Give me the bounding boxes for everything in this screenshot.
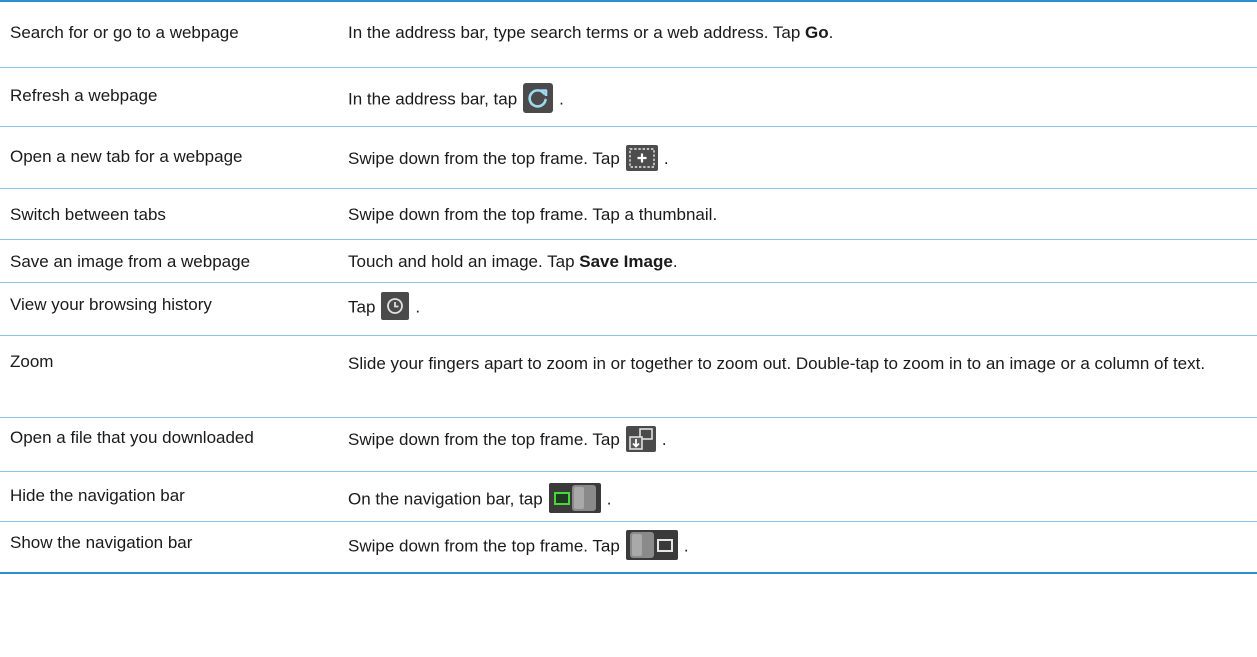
- history-clock-icon: [381, 292, 410, 320]
- browser-tasks-table: Search for or go to a webpage In the add…: [0, 0, 1257, 574]
- show-nav-bar-icon: [625, 530, 678, 560]
- task-label: Save an image from a webpage: [10, 252, 251, 271]
- task-label: View your browsing history: [10, 295, 212, 314]
- table-row: Refresh a webpage In the address bar, ta…: [0, 68, 1257, 127]
- table-row: Zoom Slide your fingers apart to zoom in…: [0, 336, 1257, 418]
- task-description: In the address bar, type search terms or…: [348, 23, 834, 42]
- table-row: Hide the navigation bar On the navigatio…: [0, 472, 1257, 522]
- task-label: Search for or go to a webpage: [10, 23, 239, 42]
- table-row: Open a file that you downloaded Swipe do…: [0, 418, 1257, 472]
- refresh-icon: [523, 83, 554, 113]
- task-description: Swipe down from the top frame. Tap a thu…: [348, 205, 718, 224]
- table-row: Save an image from a webpage Touch and h…: [0, 240, 1257, 283]
- task-description: Tap.: [348, 292, 1248, 322]
- task-description: Slide your fingers apart to zoom in or t…: [348, 354, 1206, 373]
- bold-term: Save Image: [579, 252, 673, 271]
- table-row: Switch between tabs Swipe down from the …: [0, 189, 1257, 240]
- table-row: Search for or go to a webpage In the add…: [0, 2, 1257, 68]
- task-label: Open a new tab for a webpage: [10, 147, 243, 166]
- task-label: Zoom: [10, 352, 54, 371]
- task-description: Touch and hold an image. Tap Save Image.: [348, 252, 678, 271]
- bold-term: Go: [805, 23, 829, 42]
- new-tab-icon: [625, 144, 658, 171]
- task-description: Swipe down from the top frame. Tap.: [348, 425, 1248, 454]
- task-description: On the navigation bar, tap.: [348, 483, 1248, 515]
- table-row: Show the navigation bar Swipe down from …: [0, 522, 1257, 574]
- task-description: Swipe down from the top frame. Tap.: [348, 530, 1248, 562]
- task-label: Refresh a webpage: [10, 86, 158, 105]
- task-label: Open a file that you downloaded: [10, 428, 254, 447]
- task-label: Hide the navigation bar: [10, 486, 185, 505]
- task-description: Swipe down from the top frame. Tap.: [348, 144, 1248, 173]
- task-label: Show the navigation bar: [10, 533, 193, 552]
- table-row: Open a new tab for a webpage Swipe down …: [0, 127, 1257, 189]
- task-label: Switch between tabs: [10, 205, 166, 224]
- table-row: View your browsing history Tap.: [0, 283, 1257, 336]
- downloads-icon: [625, 425, 656, 452]
- task-description: In the address bar, tap.: [348, 83, 1248, 115]
- hide-nav-bar-icon: [548, 483, 601, 513]
